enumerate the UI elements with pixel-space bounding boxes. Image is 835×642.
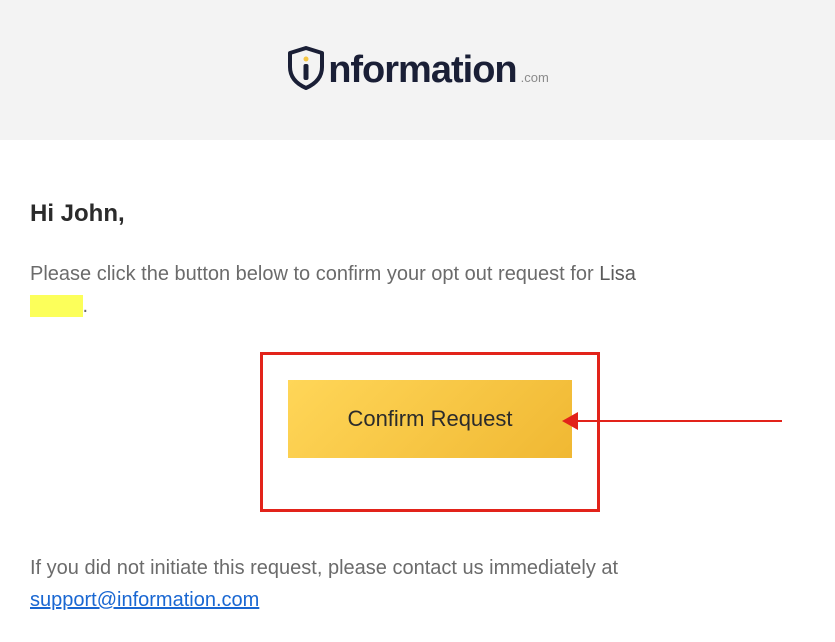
brand-suffix: .com (521, 70, 549, 85)
footer-text: If you did not initiate this request, pl… (30, 552, 805, 616)
confirm-request-button[interactable]: Confirm Request (288, 380, 572, 458)
body-suffix: . (83, 295, 89, 317)
shield-icon (286, 45, 326, 95)
email-body: Hi John, Please click the button below t… (0, 140, 835, 636)
email-header: nformation .com (0, 0, 835, 140)
greeting-text: Hi John, (30, 200, 805, 228)
brand-logo: nformation .com (286, 45, 549, 95)
body-prefix: Please click the button below to confirm… (30, 263, 599, 285)
brand-text: nformation (328, 49, 516, 92)
instruction-text: Please click the button below to confirm… (30, 258, 805, 322)
subject-name-redacted: ____ (30, 295, 83, 317)
subject-name-first: Lisa (599, 263, 636, 285)
button-area: Confirm Request (30, 352, 805, 522)
footer-message: If you did not initiate this request, pl… (30, 557, 618, 579)
support-email-link[interactable]: support@information.com (30, 589, 259, 611)
annotation-arrow-icon (562, 412, 782, 432)
